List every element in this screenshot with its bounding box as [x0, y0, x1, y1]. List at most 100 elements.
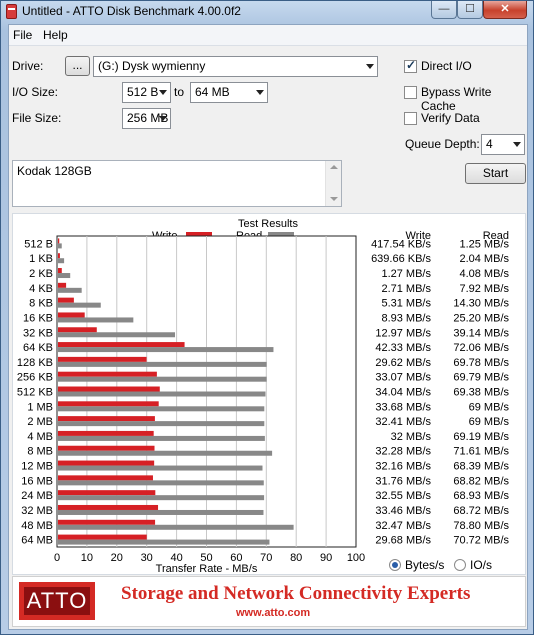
write-bar: [58, 342, 185, 348]
write-bar: [58, 327, 97, 333]
results-chart: Test ResultsWriteRead0102030405060708090…: [17, 218, 510, 574]
write-bar: [58, 297, 74, 303]
read-value: 14.30 MB/s: [453, 298, 509, 310]
verify-data-checkbox[interactable]: [404, 112, 417, 125]
chevron-down-icon: [256, 90, 264, 95]
io-from-select[interactable]: 512 B: [122, 82, 171, 103]
queue-depth-select[interactable]: 4: [481, 134, 525, 155]
bypass-cache-checkbox[interactable]: [404, 86, 417, 99]
read-value: 2.04 MB/s: [459, 253, 509, 265]
write-value: 29.68 MB/s: [375, 535, 431, 547]
write-bar: [58, 312, 85, 318]
start-button[interactable]: Start: [465, 163, 526, 184]
direct-io-checkbox[interactable]: [404, 58, 417, 73]
chevron-down-icon: [159, 116, 167, 121]
read-bar: [58, 317, 134, 323]
app-icon: [6, 4, 17, 19]
banner-tagline: Storage and Network Connectivity Experts: [121, 583, 471, 604]
write-value: 32.28 MB/s: [375, 446, 431, 458]
read-value: 39.14 MB/s: [453, 327, 509, 339]
bytes-label[interactable]: Bytes/s: [405, 558, 444, 572]
read-bar: [58, 258, 65, 264]
write-bar: [58, 238, 60, 244]
file-size-label: File Size:: [12, 111, 62, 125]
write-value: 8.93 MB/s: [381, 312, 431, 324]
x-tick-label: 80: [290, 552, 302, 564]
scroll-up-icon[interactable]: [330, 165, 338, 169]
file-size-select[interactable]: 256 MB: [122, 108, 171, 129]
bypass-cache-label[interactable]: Bypass Write Cache: [421, 85, 527, 113]
read-value: 68.93 MB/s: [453, 490, 509, 502]
write-value: 29.62 MB/s: [375, 357, 431, 369]
read-value: 7.92 MB/s: [459, 283, 509, 295]
write-bar: [58, 416, 155, 422]
category-label: 1 MB: [27, 401, 53, 413]
io-label[interactable]: IO/s: [470, 558, 492, 572]
browse-button[interactable]: ...: [65, 56, 90, 76]
write-value: 42.33 MB/s: [375, 342, 431, 354]
x-tick-label: 20: [111, 552, 123, 564]
window-title: Untitled - ATTO Disk Benchmark 4.00.0f2: [22, 4, 241, 18]
description-text: Kodak 128GB: [17, 164, 92, 178]
read-bar: [58, 421, 265, 427]
io-to-select[interactable]: 64 MB: [190, 82, 268, 103]
read-value: 25.20 MB/s: [453, 312, 509, 324]
title-bar[interactable]: Untitled - ATTO Disk Benchmark 4.00.0f2 …: [1, 1, 533, 23]
read-value: 68.72 MB/s: [453, 505, 509, 517]
read-bar: [58, 435, 265, 441]
category-label: 64 KB: [23, 342, 53, 354]
write-value: 2.71 MB/s: [381, 283, 431, 295]
direct-io-label[interactable]: Direct I/O: [421, 59, 472, 73]
minimize-button[interactable]: —: [431, 1, 457, 19]
app-window: Untitled - ATTO Disk Benchmark 4.00.0f2 …: [0, 0, 534, 635]
drive-select[interactable]: (G:) Dysk wymienny: [93, 56, 378, 77]
read-bar: [58, 332, 176, 338]
read-bar: [58, 361, 267, 367]
write-value: 417.54 KB/s: [371, 238, 431, 250]
write-bar: [58, 356, 147, 362]
to-label: to: [174, 85, 185, 99]
close-button[interactable]: ✕: [483, 1, 527, 19]
read-bar: [58, 524, 294, 530]
description-scrollbar[interactable]: [325, 161, 341, 206]
write-bar: [58, 490, 156, 496]
category-label: 16 KB: [23, 312, 53, 324]
write-value: 32.41 MB/s: [375, 416, 431, 428]
x-axis-label: Transfer Rate - MB/s: [156, 563, 258, 574]
io-to-value: 64 MB: [195, 85, 230, 99]
category-label: 2 KB: [29, 268, 53, 280]
write-value: 31.76 MB/s: [375, 475, 431, 487]
write-value: 32.47 MB/s: [375, 520, 431, 532]
verify-data-label[interactable]: Verify Data: [421, 111, 480, 125]
atto-logo: ATTO: [19, 582, 95, 620]
category-label: 1 KB: [29, 253, 53, 265]
description-textbox[interactable]: Kodak 128GB: [12, 160, 342, 207]
category-label: 64 MB: [21, 535, 53, 547]
write-value: 34.04 MB/s: [375, 387, 431, 399]
x-tick-label: 100: [347, 552, 365, 564]
x-tick-label: 0: [54, 552, 60, 564]
scroll-down-icon[interactable]: [330, 197, 338, 201]
read-bar: [58, 465, 263, 471]
menu-help[interactable]: Help: [43, 28, 68, 42]
queue-depth-value: 4: [486, 137, 493, 151]
write-value: 33.68 MB/s: [375, 401, 431, 413]
io-radio[interactable]: [454, 559, 466, 571]
bytes-radio[interactable]: [389, 559, 401, 571]
category-label: 8 KB: [29, 298, 53, 310]
category-label: 512 KB: [17, 387, 53, 399]
menu-file[interactable]: File: [13, 28, 32, 42]
read-value: 68.39 MB/s: [453, 461, 509, 473]
io-from-value: 512 B: [127, 85, 159, 99]
read-value: 69.78 MB/s: [453, 357, 509, 369]
write-bar: [58, 460, 155, 466]
write-value: 33.46 MB/s: [375, 505, 431, 517]
write-value: 1.27 MB/s: [381, 268, 431, 280]
category-label: 12 MB: [21, 461, 53, 473]
category-label: 256 KB: [17, 372, 53, 384]
queue-depth-label: Queue Depth:: [405, 137, 480, 151]
maximize-button[interactable]: ☐: [457, 1, 483, 19]
write-bar: [58, 504, 159, 510]
atto-banner[interactable]: ATTO Storage and Network Connectivity Ex…: [12, 576, 526, 627]
banner-url[interactable]: www.atto.com: [236, 607, 310, 619]
